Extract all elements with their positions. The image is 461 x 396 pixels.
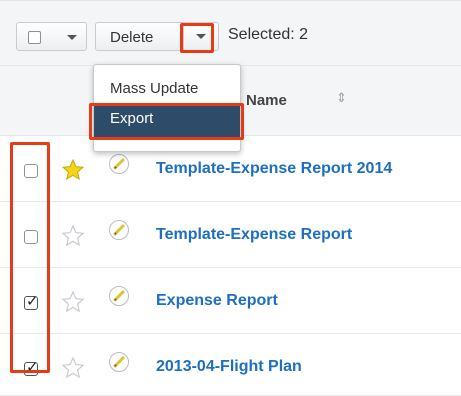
list-view: Delete Selected: 2 Name ⇕ Template-Expen… [0,0,461,396]
row-name-link[interactable]: Expense Report [156,292,278,310]
menu-item-mass-update[interactable]: Mass Update [94,77,240,101]
highlight-dropdown-toggle [180,23,214,53]
star-icon[interactable] [61,158,85,182]
list-toolbar: Delete Selected: 2 [0,0,461,66]
table-row: ✓ 2013-04-Flight Plan [0,334,461,396]
highlight-export-item [89,103,244,140]
delete-button[interactable]: Delete [110,29,153,46]
pencil-icon[interactable] [109,154,129,174]
row-name-link[interactable]: 2013-04-Flight Plan [156,358,302,376]
selected-count: Selected: 2 [228,26,309,43]
star-icon[interactable] [61,356,85,380]
table-row: ✓ Expense Report [0,268,461,334]
pencil-glyph [113,158,125,170]
pencil-glyph [113,290,125,302]
table-row: Template-Expense Report [0,202,461,268]
row-name-link[interactable]: Template-Expense Report 2014 [156,160,392,178]
star-icon[interactable] [61,224,85,248]
sort-icon[interactable]: ⇕ [336,90,347,106]
select-all-checkbox[interactable] [28,31,41,44]
pencil-icon[interactable] [109,352,129,372]
highlight-row-checkboxes [10,142,50,373]
row-name-link[interactable]: Template-Expense Report [156,226,352,244]
star-icon[interactable] [61,290,85,314]
pencil-glyph [113,224,125,236]
select-all-dropdown[interactable] [16,22,87,51]
column-header-name[interactable]: Name [246,92,287,109]
pencil-icon[interactable] [109,220,129,240]
pencil-icon[interactable] [109,286,129,306]
pencil-glyph [113,356,125,368]
chevron-down-icon[interactable] [67,35,77,40]
